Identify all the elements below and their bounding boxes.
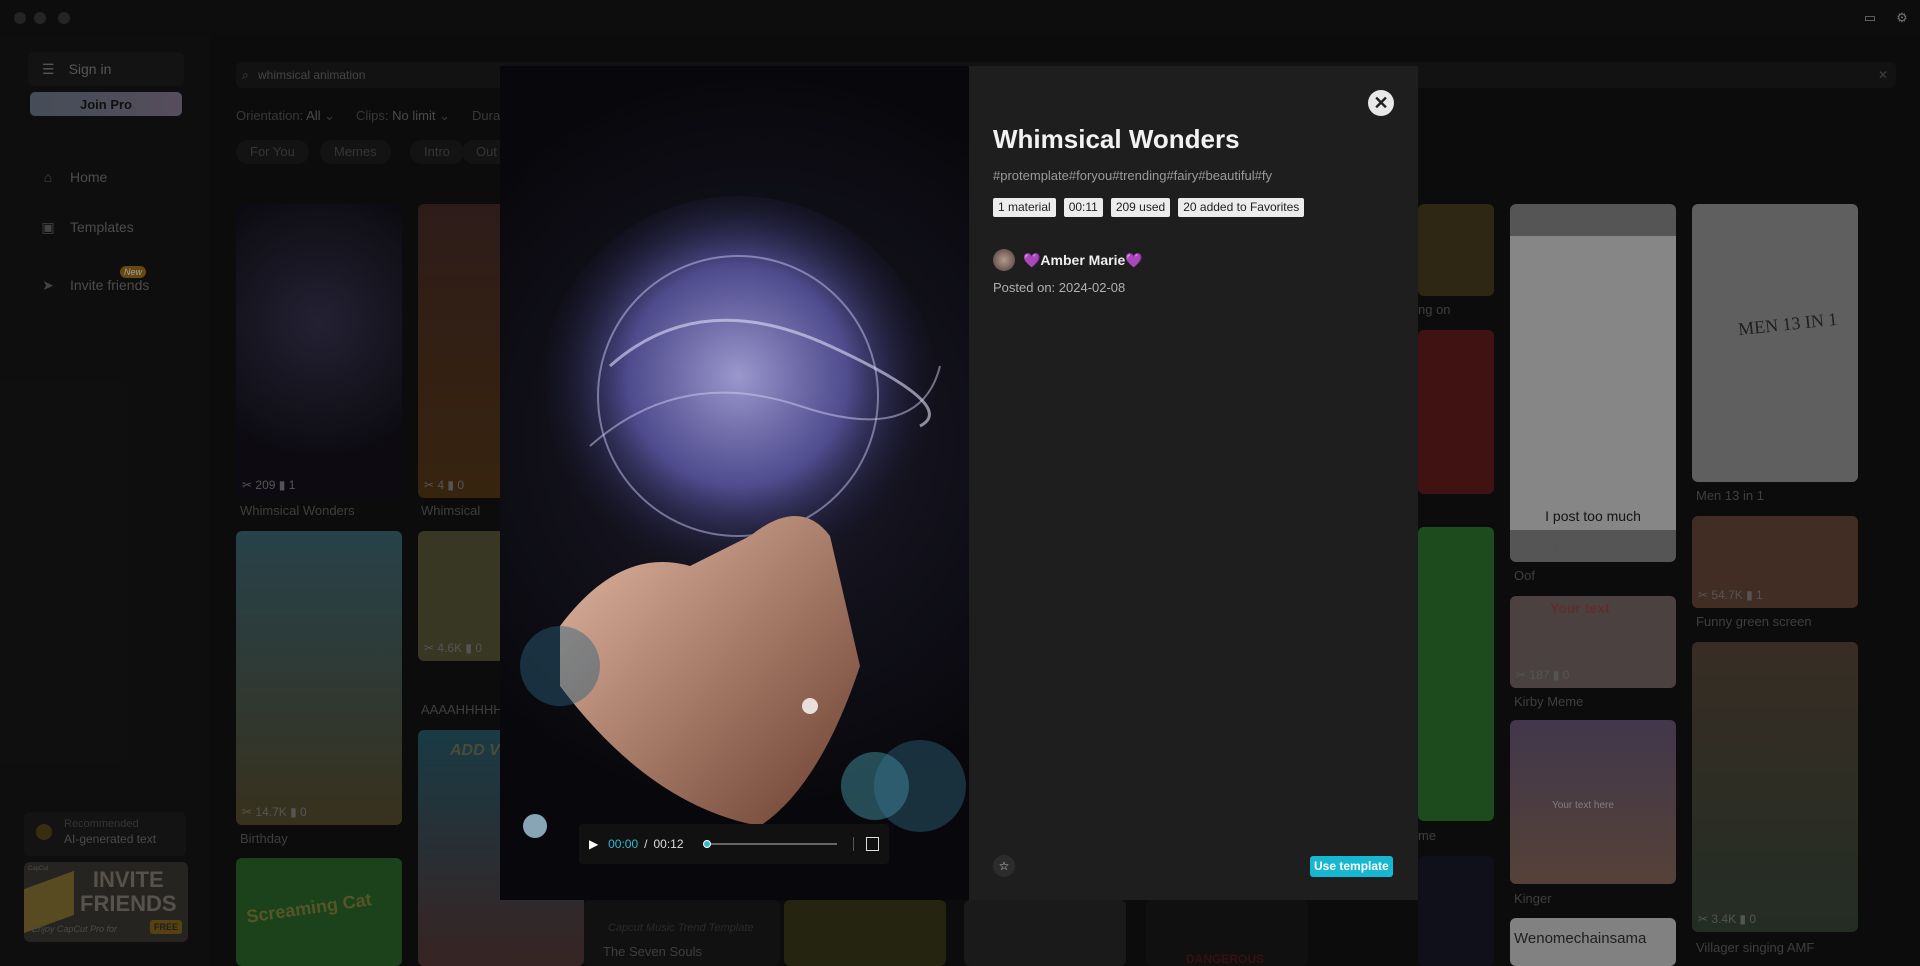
video-preview[interactable]: ▶ 00:00 / 00:12 <box>500 66 969 900</box>
uses-badge: 209 used <box>1110 198 1171 217</box>
current-time: 00:00 <box>608 837 639 851</box>
template-preview-modal: ▶ 00:00 / 00:12 ✕ Whimsical Wonders #pro… <box>500 66 1418 900</box>
template-title: Whimsical Wonders <box>993 124 1240 154</box>
duration-badge: 00:11 <box>1063 198 1103 217</box>
author-name: 💜Amber Marie💜 <box>1023 251 1143 268</box>
progress-handle[interactable] <box>702 840 711 848</box>
progress-slider[interactable] <box>702 840 837 848</box>
video-controls: ▶ 00:00 / 00:12 <box>579 824 889 864</box>
materials-badge: 1 material <box>993 198 1056 217</box>
time-separator: / <box>644 837 648 851</box>
posted-date: Posted on: 2024-02-08 <box>993 280 1126 295</box>
use-template-button[interactable]: Use template <box>1310 856 1393 877</box>
favorites-badge: 20 added to Favorites <box>1178 198 1305 217</box>
avatar <box>993 249 1015 271</box>
total-duration: 00:12 <box>653 837 684 851</box>
author-link[interactable]: 💜Amber Marie💜 <box>993 249 1143 271</box>
play-icon[interactable]: ▶ <box>589 837 602 851</box>
template-hashtags: #protemplate#foryou#trending#fairy#beaut… <box>993 168 1272 183</box>
close-modal-button[interactable]: ✕ <box>1368 90 1394 116</box>
template-stats: 1 material 00:11 209 used 20 added to Fa… <box>993 198 1305 217</box>
video-frame <box>520 196 966 838</box>
favorite-star-icon[interactable]: ☆ <box>993 855 1015 877</box>
divider <box>852 837 854 851</box>
fullscreen-icon[interactable] <box>865 837 879 851</box>
